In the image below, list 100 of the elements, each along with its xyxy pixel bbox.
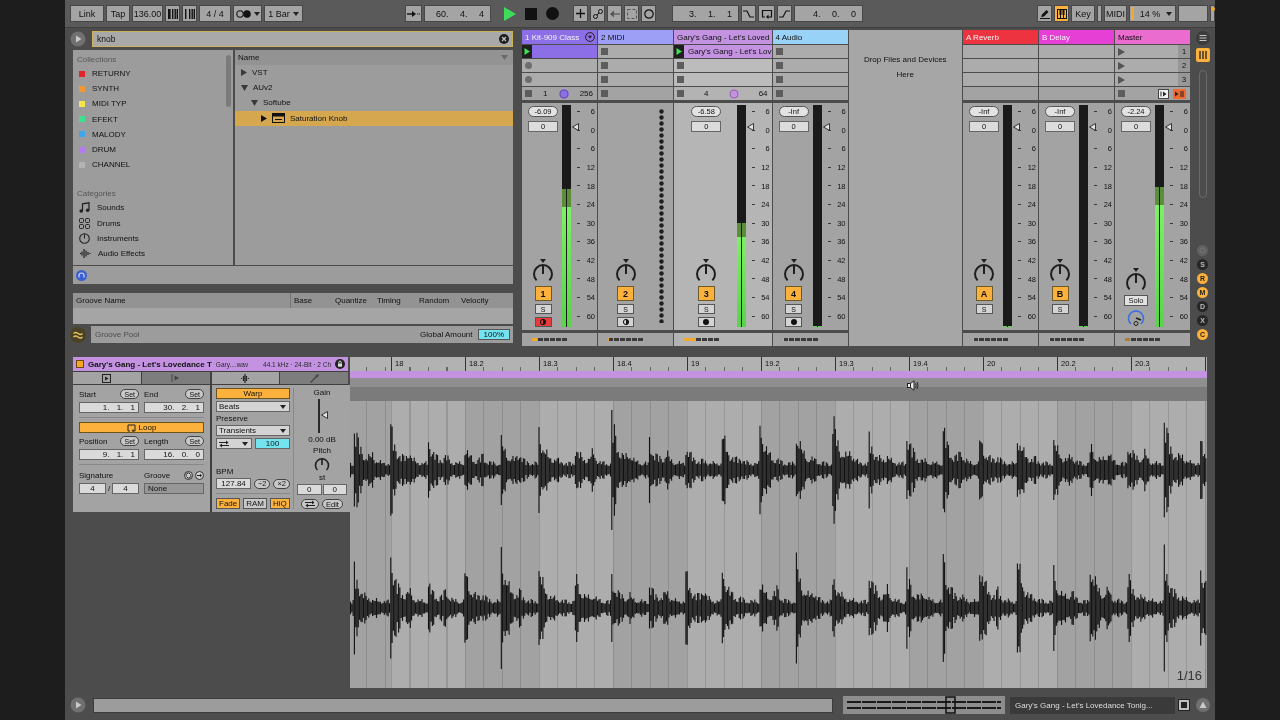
clip-tab[interactable] — [280, 372, 348, 384]
groove-field[interactable]: None — [144, 483, 204, 494]
option-button[interactable]: RAM — [243, 498, 267, 509]
slider-thumb[interactable] — [321, 410, 328, 419]
tree-item[interactable]: Saturation Knob — [235, 110, 513, 126]
warp-button[interactable]: Warp — [216, 388, 290, 399]
collection-item[interactable]: EFEKT — [77, 111, 220, 127]
cpu-meter[interactable]: 14 % — [1129, 5, 1176, 22]
headphones-icon[interactable] — [76, 269, 87, 281]
pan-knob[interactable] — [1049, 259, 1071, 283]
global-amount-field[interactable]: 100% — [477, 329, 510, 340]
pan-knob[interactable] — [1125, 268, 1147, 292]
clip-slot[interactable] — [522, 59, 597, 72]
fold-icon[interactable] — [585, 32, 595, 42]
collection-item[interactable]: RETURNY — [77, 66, 220, 82]
midi-button[interactable]: MIDI — [1104, 5, 1127, 22]
play-icon[interactable] — [522, 45, 532, 58]
denominator-field[interactable]: 4 — [112, 483, 139, 494]
track-header[interactable]: 4 Audio — [772, 30, 848, 44]
track-header[interactable]: Gary's Gang - Let's Loved — [674, 30, 772, 44]
quantization-dropdown[interactable]: 1 Bar — [264, 5, 303, 22]
arm-button[interactable] — [534, 317, 552, 327]
loop-start-field[interactable]: 3. 1. 1 — [672, 5, 739, 22]
nested-square-icon[interactable] — [1178, 699, 1190, 711]
overview-drawing[interactable] — [843, 696, 1005, 714]
loop-mode-dropdown[interactable] — [216, 438, 252, 449]
sample-display[interactable]: 1/16 — [350, 401, 1207, 688]
option-button[interactable]: Fade — [216, 498, 241, 509]
clip-slot[interactable] — [598, 73, 673, 86]
punch-in-button[interactable] — [741, 5, 756, 22]
follow-button[interactable] — [405, 5, 422, 22]
wave-circle-icon[interactable] — [70, 326, 86, 343]
pan-knob[interactable] — [695, 259, 718, 283]
knob-icon[interactable] — [558, 88, 569, 99]
tap-button[interactable]: Tap — [106, 5, 130, 22]
record-icon[interactable] — [546, 7, 559, 20]
track-header[interactable]: 1 Kit-909 Class — [522, 30, 597, 44]
start-field[interactable]: 1. 1. 1 — [79, 402, 139, 413]
track-header[interactable]: 2 MIDI — [598, 30, 673, 44]
collection-item[interactable]: DRUM — [77, 141, 220, 158]
clip-slot[interactable] — [598, 45, 673, 58]
clear-icon[interactable] — [499, 34, 509, 44]
play-icon[interactable] — [674, 45, 684, 58]
caret-down-icon[interactable] — [241, 84, 248, 91]
circles-dropdown[interactable] — [233, 5, 262, 22]
metronome-button[interactable] — [182, 5, 197, 22]
column-header[interactable]: Random — [416, 296, 458, 305]
clip-slot[interactable] — [522, 45, 597, 58]
tree-item[interactable]: Softube — [235, 95, 513, 111]
pan-knob[interactable] — [532, 259, 554, 283]
pitch-field[interactable]: 0 — [297, 484, 322, 495]
caret-down-icon[interactable] — [251, 99, 258, 106]
column-header[interactable]: Velocity — [458, 296, 513, 305]
caret-right-icon[interactable] — [261, 114, 267, 122]
pencil-button[interactable] — [1037, 5, 1052, 22]
collection-item[interactable]: MIDI TYP — [77, 96, 220, 112]
position-field[interactable]: 9. 1. 1 — [79, 449, 139, 460]
end-field[interactable]: 30. 2. 1 — [144, 402, 204, 413]
transient-envelope-field[interactable]: 100 — [255, 438, 290, 449]
column-header[interactable]: Timing — [374, 296, 416, 305]
node-button[interactable] — [590, 5, 605, 22]
pan-knob[interactable] — [973, 259, 995, 283]
preserve-dropdown[interactable]: Transients — [216, 425, 290, 436]
pitch-knob[interactable] — [314, 457, 330, 471]
pitch-field[interactable]: 0 — [322, 484, 347, 495]
clip-tab[interactable] — [141, 372, 210, 384]
clip-slot[interactable] — [1039, 73, 1114, 86]
track-header[interactable]: Master — [1115, 30, 1190, 44]
circle-button[interactable] — [641, 5, 656, 22]
triangle-circle-icon[interactable] — [1196, 698, 1210, 712]
clip-tab[interactable] — [211, 372, 280, 384]
cue-knob[interactable] — [1127, 309, 1145, 327]
collection-item[interactable]: CHANNEL — [77, 157, 220, 173]
tempo-field[interactable]: 136.00 — [132, 5, 163, 22]
arm-button[interactable] — [785, 317, 803, 327]
pan-knob[interactable] — [614, 259, 637, 283]
square-icon[interactable] — [775, 48, 783, 55]
plus-button[interactable] — [573, 5, 588, 22]
clip-square-icon[interactable] — [76, 360, 84, 368]
track-header[interactable]: A Reverb — [963, 30, 1038, 44]
columns-icon[interactable] — [1195, 48, 1210, 62]
square-icon[interactable] — [775, 90, 783, 97]
track-activator-button[interactable]: 3 — [697, 286, 715, 301]
link-button[interactable]: Link — [70, 5, 104, 22]
clip-slot[interactable]: Gary's Gang - Let's Lov — [674, 45, 772, 58]
track-activator-button[interactable]: 1 — [534, 286, 552, 301]
category-item[interactable]: Audio Effects — [77, 245, 220, 262]
menu-icon[interactable] — [1195, 31, 1210, 45]
swap-button[interactable] — [301, 499, 320, 509]
arm-button[interactable] — [697, 317, 715, 327]
signature-field[interactable]: 4 / 4 — [199, 5, 231, 22]
speaker-icon[interactable] — [907, 380, 919, 391]
bpm-field[interactable]: 127.84 — [216, 478, 252, 489]
collection-item[interactable]: MALODY — [77, 126, 220, 142]
metronome-button[interactable] — [165, 5, 180, 22]
caret-right-icon[interactable] — [241, 69, 247, 77]
warp-mode-dropdown[interactable]: Beats — [216, 401, 290, 412]
track-activator-button[interactable]: 2 — [617, 286, 634, 301]
clip-slot[interactable] — [772, 59, 848, 72]
clip-slot[interactable] — [772, 45, 848, 58]
